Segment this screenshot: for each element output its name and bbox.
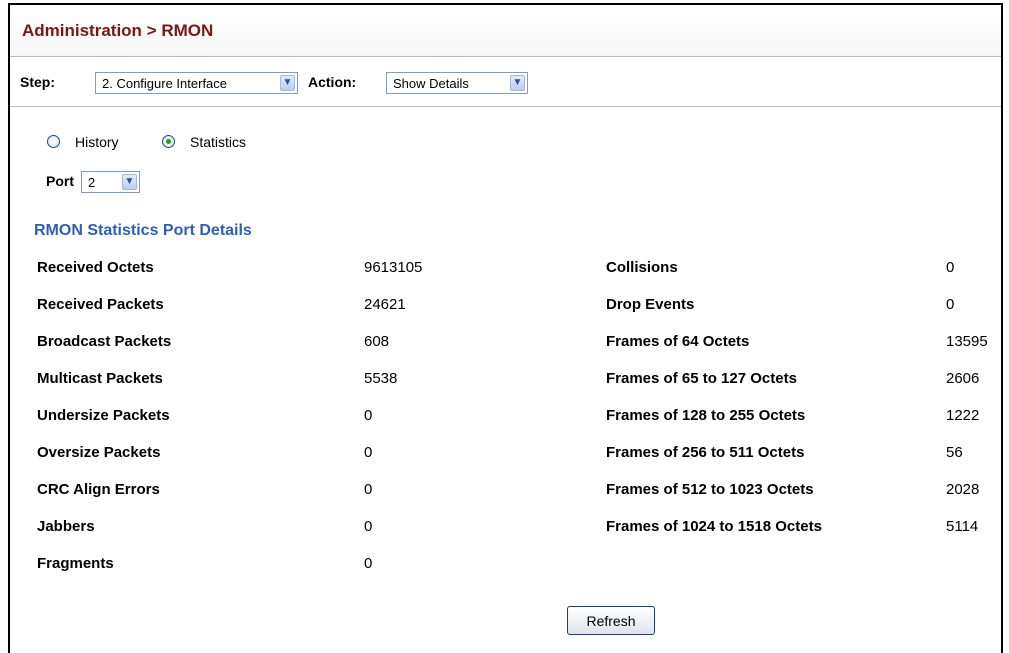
stat-label: Multicast Packets <box>37 370 163 387</box>
radio-history-label: History <box>75 134 119 150</box>
title-bar: Administration > RMON <box>10 5 1001 57</box>
stat-value: 2028 <box>946 481 980 498</box>
stat-label: Collisions <box>606 259 678 276</box>
stat-label: Oversize Packets <box>37 444 161 461</box>
stat-value: 0 <box>364 555 373 572</box>
radio-statistics[interactable] <box>162 135 175 148</box>
step-label: Step: <box>20 74 55 90</box>
stat-value: 2606 <box>946 370 980 387</box>
stat-value: 5114 <box>946 518 979 535</box>
stat-label: Frames of 128 to 255 Octets <box>606 407 806 424</box>
stat-value: 0 <box>364 481 373 498</box>
stat-label: Frames of 65 to 127 Octets <box>606 370 797 387</box>
stat-value: 0 <box>946 259 955 276</box>
stat-value: 9613105 <box>364 259 423 276</box>
stat-label: Frames of 512 to 1023 Octets <box>606 481 814 498</box>
stat-label: Fragments <box>37 555 114 572</box>
action-select[interactable]: Show Details ▼ <box>386 72 528 94</box>
stat-label: Received Packets <box>37 296 164 313</box>
step-bar: Step: 2. Configure Interface ▼ Action: S… <box>10 57 1001 107</box>
stat-value: 0 <box>364 407 373 424</box>
stat-value: 0 <box>364 518 373 535</box>
stat-label: Frames of 1024 to 1518 Octets <box>606 518 822 535</box>
port-select[interactable]: 2 ▼ <box>81 171 140 193</box>
stat-label: Drop Events <box>606 296 695 313</box>
stat-label: Frames of 256 to 511 Octets <box>606 444 805 461</box>
stat-label: Broadcast Packets <box>37 333 172 350</box>
page-title: Administration > RMON <box>22 21 214 40</box>
port-select-value: 2 <box>88 174 96 190</box>
stat-label: Frames of 64 Octets <box>606 333 750 350</box>
stat-label: CRC Align Errors <box>37 481 160 498</box>
rmon-panel: Administration > RMON Step: 2. Configure… <box>8 3 1003 653</box>
stat-label: Received Octets <box>37 259 154 276</box>
radio-history[interactable] <box>47 135 60 148</box>
stat-value: 56 <box>946 444 963 461</box>
radio-statistics-label: Statistics <box>190 134 247 150</box>
action-label: Action: <box>308 74 357 90</box>
chevron-down-icon: ▼ <box>122 174 137 190</box>
step-select-value: 2. Configure Interface <box>102 75 228 91</box>
stat-value: 0 <box>364 444 373 461</box>
stat-value: 5538 <box>364 370 398 387</box>
step-select[interactable]: 2. Configure Interface ▼ <box>95 72 298 94</box>
stat-label: Jabbers <box>37 518 95 535</box>
stat-value: 1222 <box>946 407 980 424</box>
stat-value: 0 <box>946 296 955 313</box>
stat-label: Undersize Packets <box>37 407 170 424</box>
port-label: Port <box>46 173 74 189</box>
chevron-down-icon: ▼ <box>510 75 525 91</box>
stat-value: 608 <box>364 333 390 350</box>
action-select-value: Show Details <box>393 75 469 91</box>
stat-value: 24621 <box>364 296 406 313</box>
chevron-down-icon: ▼ <box>280 75 295 91</box>
section-title: RMON Statistics Port Details <box>34 222 252 239</box>
stat-value: 13595 <box>946 333 988 350</box>
refresh-button[interactable]: Refresh <box>567 606 655 635</box>
